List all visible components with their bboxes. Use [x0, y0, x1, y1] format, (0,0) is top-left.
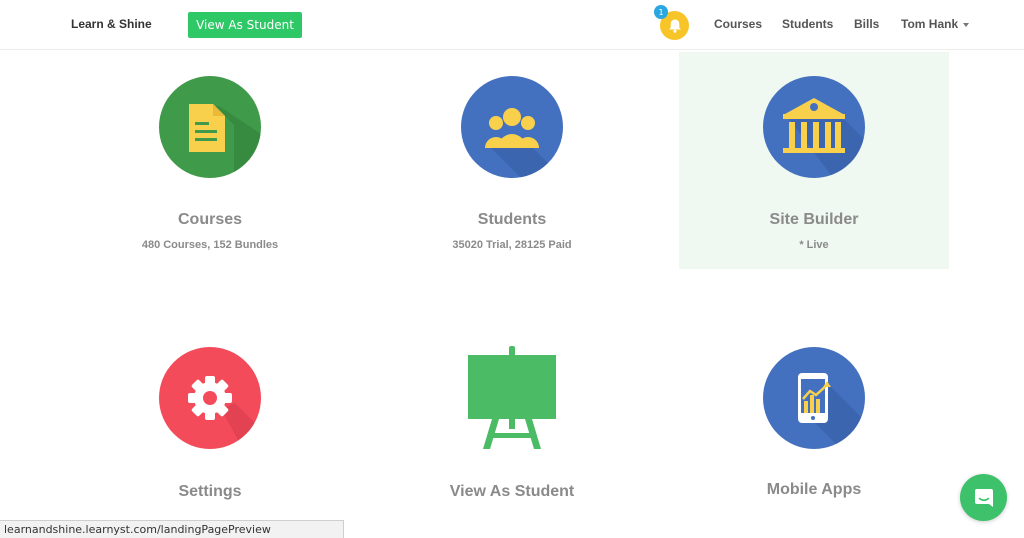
user-name: Tom Hank [901, 17, 959, 31]
browser-status-url: learnandshine.learnyst.com/landingPagePr… [0, 520, 344, 538]
settings-tile[interactable]: Settings [75, 320, 345, 510]
settings-tile-title: Settings [178, 483, 242, 500]
courses-tile-title: Courses [177, 211, 243, 228]
notification-count-badge: 1 [654, 5, 668, 19]
view-as-student-tile[interactable]: View As Student [377, 320, 647, 510]
courses-tile[interactable]: Courses 480 Courses, 152 Bundles [75, 52, 345, 269]
gear-icon [188, 376, 261, 449]
bell-icon [668, 19, 681, 33]
site-builder-tile-circle [763, 76, 865, 178]
mobile-chart-icon [798, 373, 865, 449]
view-as-student-tile-title: View As Student [449, 483, 575, 500]
easel-icon [468, 346, 556, 449]
mobile-apps-tile[interactable]: Mobile Apps [679, 320, 949, 510]
nav-students-link[interactable]: Students [782, 17, 833, 31]
brand-logo-text[interactable]: Learn & Shine [71, 17, 152, 31]
courses-tile-circle [159, 76, 261, 178]
chat-launcher-button[interactable] [960, 474, 1007, 521]
courses-tile-subtitle: 480 Courses, 152 Bundles [141, 239, 279, 251]
building-icon [783, 98, 865, 178]
view-as-student-button[interactable]: View As Student [188, 12, 302, 38]
mobile-apps-tile-title: Mobile Apps [766, 481, 862, 498]
site-builder-tile-title: Site Builder [769, 211, 859, 228]
nav-courses-link[interactable]: Courses [714, 17, 762, 31]
top-navbar: Learn & Shine View As Student 1 Courses … [0, 0, 1024, 50]
document-icon [189, 104, 261, 178]
students-tile-title: Students [477, 211, 547, 228]
students-tile[interactable]: Students 35020 Trial, 28125 Paid [377, 52, 647, 269]
students-tile-circle [461, 76, 563, 178]
group-icon [485, 108, 563, 178]
settings-tile-circle [159, 347, 261, 449]
chat-icon [974, 488, 993, 507]
chevron-down-icon [963, 22, 970, 27]
students-tile-subtitle: 35020 Trial, 28125 Paid [452, 239, 572, 251]
user-menu-dropdown[interactable]: Tom Hank [901, 17, 970, 31]
nav-bills-link[interactable]: Bills [854, 17, 879, 31]
site-builder-tile-subtitle: * Live [799, 239, 829, 251]
mobile-apps-tile-circle [763, 347, 865, 449]
site-builder-tile[interactable]: Site Builder * Live [679, 52, 949, 269]
